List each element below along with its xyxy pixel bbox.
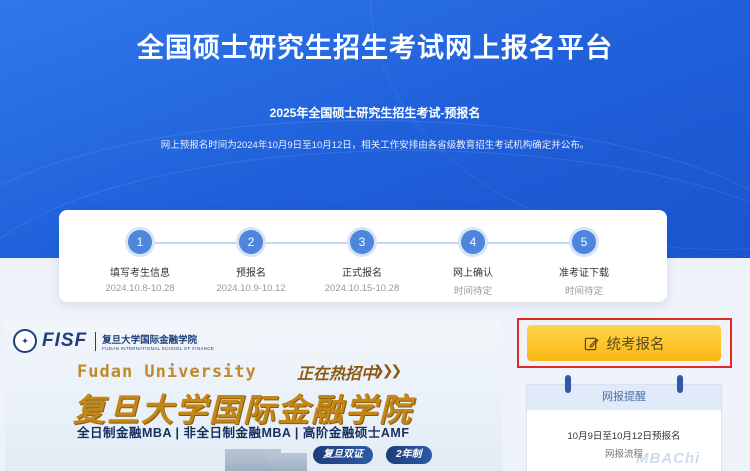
edit-icon xyxy=(584,337,599,350)
arrows-icon: ❯❯❯ xyxy=(373,362,402,378)
step-date: 2024.10.8-10.28 xyxy=(105,283,175,294)
exam-register-highlight: 统考报名 xyxy=(517,318,732,368)
step-fill-info: 1 填写考生信息 2024.10.8-10.28 xyxy=(85,230,195,294)
step-number: 2 xyxy=(239,230,263,254)
duration-pill: 2年制 xyxy=(386,446,432,464)
page-subtitle: 2025年全国硕士研究生招生考试-预报名 xyxy=(269,106,481,120)
programs-list: 全日制金融MBA | 非全日制金融MBA | 高阶金融硕士AMF xyxy=(77,426,410,440)
logo-mark: FISF xyxy=(42,330,88,351)
step-date: 2024.10.9-10.12 xyxy=(216,283,286,294)
step-formal-register: 3 正式报名 2024.10.15-10.28 xyxy=(307,230,417,294)
exam-register-button[interactable]: 统考报名 xyxy=(527,325,721,361)
step-date: 时间待定 xyxy=(564,286,603,297)
exam-register-label: 统考报名 xyxy=(606,336,665,353)
building-illustration xyxy=(267,453,307,471)
watermark: MBAChi xyxy=(636,450,701,467)
reminder-text: 10月9日至10月12日预报名 xyxy=(567,431,681,442)
step-admission-ticket: 5 准考证下载 时间待定 xyxy=(529,230,639,297)
logo-text: 复旦大学国际金融学院 FUDAN INTERNATIONAL SCHOOL OF… xyxy=(95,331,215,351)
binder-ring-icon xyxy=(677,375,683,393)
step-number: 3 xyxy=(350,230,374,254)
registration-notice: 网上预报名时间为2024年10月9日至10月12日，相关工作安排由各省级教育招生… xyxy=(160,140,590,151)
step-label: 准考证下载 xyxy=(559,268,609,279)
fisf-logo: ✦ FISF 复旦大学国际金融学院 FUDAN INTERNATIONAL SC… xyxy=(13,329,214,353)
step-number: 5 xyxy=(572,230,596,254)
registration-steps: 1 填写考生信息 2024.10.8-10.28 2 预报名 2024.10.9… xyxy=(59,210,667,302)
dual-cert-pill: 复旦双证 xyxy=(313,446,373,464)
step-label: 预报名 xyxy=(236,268,266,279)
logo-en: FUDAN INTERNATIONAL SCHOOL OF FINANCE xyxy=(102,345,215,351)
site-title: 全国硕士研究生招生考试网上报名平台 xyxy=(137,33,613,63)
step-date: 2024.10.15-10.28 xyxy=(324,283,400,294)
step-online-confirm: 4 网上确认 时间待定 xyxy=(418,230,528,297)
binder-ring-icon xyxy=(565,375,571,393)
hot-badge: 正在热招中 xyxy=(297,366,378,383)
fudan-ad-banner[interactable]: ✦ FISF 复旦大学国际金融学院 FUDAN INTERNATIONAL SC… xyxy=(5,321,502,471)
fudan-seal-icon: ✦ xyxy=(13,329,37,353)
step-label: 正式报名 xyxy=(342,268,382,279)
step-pre-register: 2 预报名 2024.10.9-10.12 xyxy=(196,230,306,294)
step-number: 4 xyxy=(461,230,485,254)
step-label: 网上确认 xyxy=(453,268,493,279)
reminder-title: 网报提醒 xyxy=(527,385,721,410)
logo-cn: 复旦大学国际金融学院 xyxy=(102,334,198,346)
school-name-en: Fudan University xyxy=(77,362,257,382)
step-date: 时间待定 xyxy=(453,286,492,297)
step-label: 填写考生信息 xyxy=(110,268,170,279)
step-number: 1 xyxy=(128,230,152,254)
